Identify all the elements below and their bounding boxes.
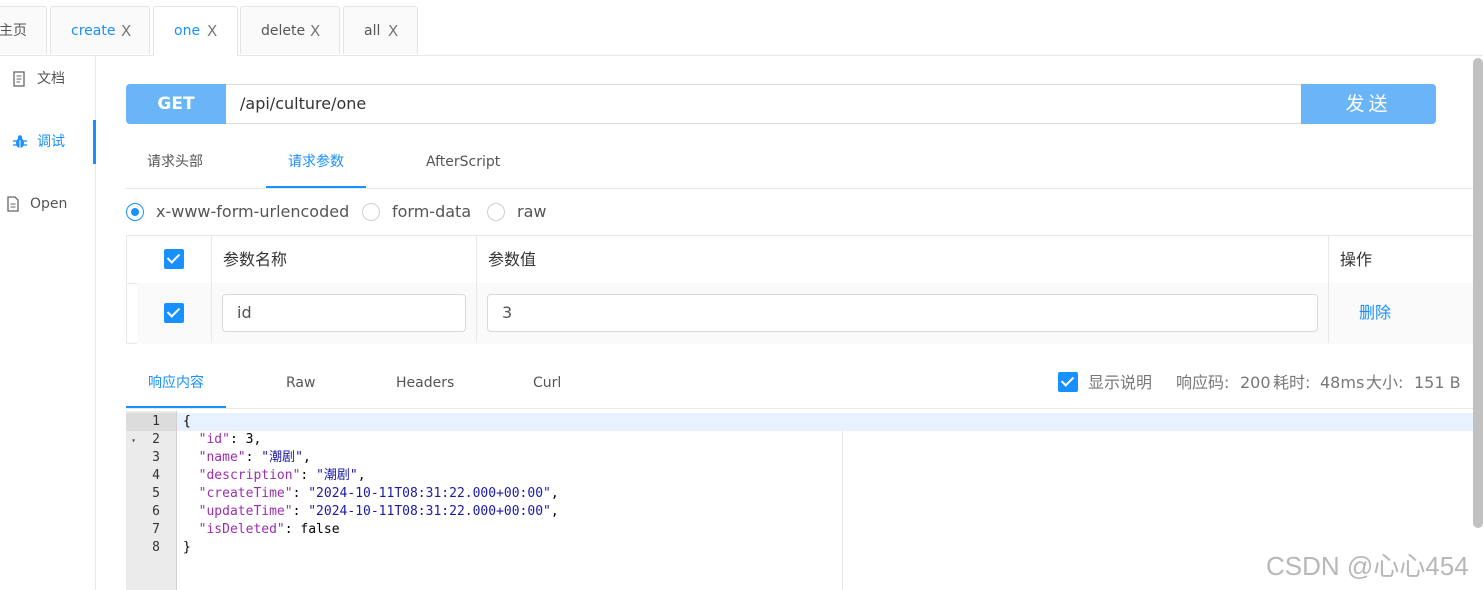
select-all-checkbox[interactable] xyxy=(164,249,184,269)
row-checkbox[interactable] xyxy=(164,303,184,323)
sidebar-item-debug[interactable]: 调试 xyxy=(0,120,96,164)
response-tabs: 响应内容 Raw Headers Curl 显示说明 响应码: 200 耗时: … xyxy=(126,360,1483,409)
tab-home[interactable]: 主页 xyxy=(0,6,47,54)
bug-icon xyxy=(12,122,27,166)
line-number: 7 xyxy=(152,522,160,537)
code-line: "name": "潮剧", xyxy=(198,450,311,465)
code-line: } xyxy=(183,540,191,555)
current-line-highlight xyxy=(177,413,1483,431)
status-code-value: 200 xyxy=(1240,373,1271,392)
line-gutter: 1 ▾ 2 3 4 5 6 7 8 xyxy=(126,411,177,590)
show-desc-label: 显示说明 xyxy=(1088,373,1153,392)
divider xyxy=(1328,236,1329,343)
radio-circle xyxy=(487,203,505,221)
divider xyxy=(211,236,212,343)
code-line: "createTime": "2024-10-11T08:31:22.000+0… xyxy=(198,486,559,501)
close-icon[interactable]: X xyxy=(388,7,398,55)
line-number: 2 xyxy=(152,432,160,447)
size-value: 151 B xyxy=(1414,373,1461,392)
sidebar-item-label: 调试 xyxy=(37,134,65,150)
line-number: 6 xyxy=(152,504,160,519)
time-label: 耗时: xyxy=(1273,373,1311,392)
request-tabs: 请求头部 请求参数 AfterScript xyxy=(126,140,1483,189)
column-header: 参数值 xyxy=(488,250,537,269)
send-button[interactable]: 发送 xyxy=(1301,84,1436,124)
param-value-input[interactable]: 3 xyxy=(487,294,1318,332)
table-row: id 3 删除 xyxy=(137,283,1474,344)
time-value: 48ms xyxy=(1320,373,1365,392)
tab-label: 主页 xyxy=(0,23,27,39)
tab-afterscript[interactable]: AfterScript xyxy=(426,140,500,186)
tab-label: all xyxy=(364,23,381,39)
request-bar: GET /api/culture/one 发送 xyxy=(126,84,1436,124)
tab-response-content[interactable]: 响应内容 xyxy=(126,360,226,408)
tab-one[interactable]: one X xyxy=(153,6,238,56)
radio-label: raw xyxy=(517,202,547,221)
tab-label: one xyxy=(174,23,201,39)
close-icon[interactable]: X xyxy=(310,7,320,55)
tab-label: delete xyxy=(261,23,306,39)
close-icon[interactable]: X xyxy=(121,7,131,55)
print-margin xyxy=(842,431,843,590)
sidebar-item-label: 文档 xyxy=(37,71,65,87)
params-table: 参数名称 参数值 操作 id 3 删除 xyxy=(126,235,1483,344)
file-icon xyxy=(6,184,20,228)
param-name-input[interactable]: id xyxy=(222,294,466,332)
page-scrollbar[interactable] xyxy=(1473,58,1483,528)
body-type-radios: x-www-form-urlencoded form-data raw xyxy=(126,200,826,224)
line-number: 8 xyxy=(152,540,160,555)
close-icon[interactable]: X xyxy=(207,7,217,55)
sidebar: 文档 调试 Open xyxy=(0,56,96,590)
line-number: 3 xyxy=(152,450,160,465)
line-number: 4 xyxy=(152,468,160,483)
tab-headers[interactable]: Headers xyxy=(396,360,454,406)
column-header: 操作 xyxy=(1340,250,1373,269)
tab-request-headers[interactable]: 请求头部 xyxy=(147,140,203,186)
watermark: CSDN @心心454 xyxy=(1266,551,1469,581)
divider xyxy=(476,236,477,343)
tab-label: create xyxy=(71,23,116,39)
url-input[interactable]: /api/culture/one xyxy=(240,85,366,123)
tab-bar: 主页 create X one X delete X all X xyxy=(0,0,1483,56)
delete-link[interactable]: 删除 xyxy=(1359,303,1391,323)
radio-circle xyxy=(362,203,380,221)
size-label: 大小: xyxy=(1366,373,1404,392)
sidebar-item-docs[interactable]: 文档 xyxy=(0,59,95,99)
code-line: "description": "潮剧", xyxy=(198,468,366,483)
tab-create[interactable]: create X xyxy=(50,6,150,54)
sidebar-item-label: Open xyxy=(30,196,68,212)
line-number: 5 xyxy=(152,486,160,501)
sidebar-item-open[interactable]: Open xyxy=(0,184,95,224)
code-line: { xyxy=(183,414,191,429)
document-icon xyxy=(12,59,26,103)
radio-label: form-data xyxy=(392,202,472,221)
code-line: "id": 3, xyxy=(198,432,262,447)
show-desc-checkbox[interactable] xyxy=(1058,372,1078,392)
column-header: 参数名称 xyxy=(223,250,288,269)
tab-raw[interactable]: Raw xyxy=(286,360,315,406)
radio-circle xyxy=(126,203,144,221)
status-code-label: 响应码: xyxy=(1176,373,1230,392)
method-select[interactable]: GET xyxy=(126,84,226,124)
line-number: 1 ▾ xyxy=(126,413,176,445)
tab-curl[interactable]: Curl xyxy=(533,360,561,406)
table-header: 参数名称 参数值 操作 xyxy=(127,236,1482,284)
tab-request-params[interactable]: 请求参数 xyxy=(266,140,366,188)
code-line: "isDeleted": false xyxy=(198,522,340,537)
radio-label: x-www-form-urlencoded xyxy=(156,202,350,221)
tab-delete[interactable]: delete X xyxy=(240,6,340,54)
code-line: "updateTime": "2024-10-11T08:31:22.000+0… xyxy=(198,504,559,519)
tab-all[interactable]: all X xyxy=(343,6,418,54)
